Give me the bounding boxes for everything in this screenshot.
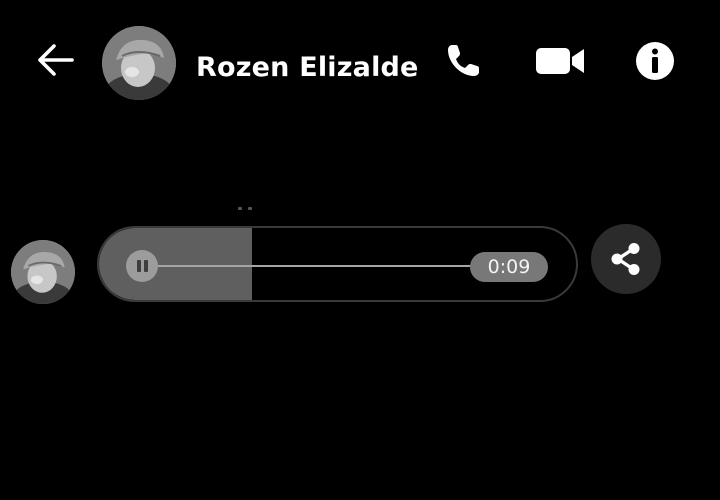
sender-avatar[interactable] — [11, 240, 75, 304]
audio-duration: 0:09 — [470, 252, 548, 282]
phone-icon — [448, 45, 479, 76]
video-call-button[interactable] — [534, 38, 588, 84]
audio-progress-fill — [99, 228, 252, 300]
share-button[interactable] — [591, 224, 661, 294]
contact-name[interactable]: Rozen Elizalde — [196, 52, 419, 83]
info-icon — [636, 42, 674, 80]
audio-track[interactable] — [158, 265, 473, 267]
avatar-image — [11, 240, 75, 304]
typing-indicator — [238, 207, 256, 211]
contact-avatar[interactable] — [102, 26, 176, 100]
call-button[interactable] — [440, 38, 486, 84]
back-button[interactable] — [34, 38, 78, 82]
arrow-left-icon — [38, 44, 74, 76]
chat-screen: Rozen Elizalde 0:09 — [0, 0, 720, 500]
pause-icon — [135, 260, 149, 272]
pause-button[interactable] — [126, 250, 158, 282]
video-camera-icon — [536, 48, 584, 74]
avatar-image — [102, 26, 176, 100]
info-button[interactable] — [632, 38, 678, 84]
audio-message[interactable]: 0:09 — [97, 226, 578, 302]
share-icon — [611, 243, 640, 275]
